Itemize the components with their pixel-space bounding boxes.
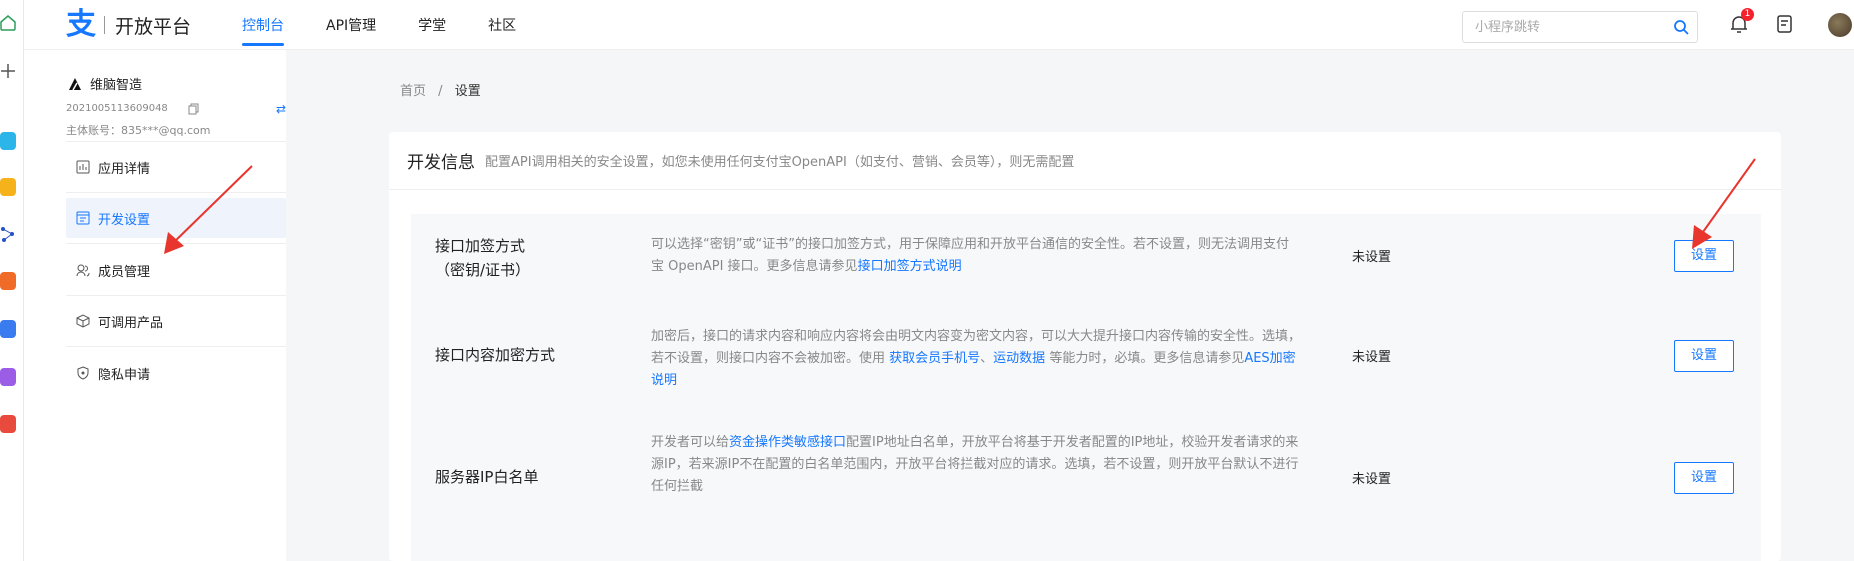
sidebar-item-label: 应用详情 (98, 161, 151, 177)
ai-app-icon[interactable] (0, 272, 16, 290)
sidebar-item-products[interactable]: 可调用产品 (66, 301, 286, 341)
divider (66, 141, 286, 142)
divider (66, 295, 286, 296)
notification-button[interactable]: 1 (1730, 8, 1754, 38)
breadcrumb-separator: / (438, 84, 443, 99)
dev-info-card: 开发信息 配置API调用相关的安全设置，如您未使用任何支付宝OpenAPI（如支… (389, 132, 1781, 561)
privacy-icon (77, 366, 89, 380)
game-app-icon[interactable] (0, 415, 16, 433)
dev-settings-icon (76, 211, 90, 225)
products-icon (76, 314, 90, 328)
setting-name: 接口加签方式 （密钥/证书） (435, 234, 530, 282)
notification-badge: 1 (1741, 8, 1754, 21)
sign-method-doc-link[interactable]: 接口加签方式说明 (858, 259, 962, 274)
copy-icon[interactable] (188, 103, 199, 115)
setting-status: 未设置 (1352, 250, 1392, 265)
avatar[interactable] (1828, 13, 1852, 37)
sidebar: 维脑智造 2021005113609048 ⇄ 主体账号：835***@qq.c… (24, 50, 286, 561)
sidebar-item-label: 开发设置 (98, 212, 151, 228)
setting-row-sign-method: 接口加签方式 （密钥/证书） 可以选择“密钥”或“证书”的接口加签方式，用于保障… (411, 214, 1761, 324)
setting-row-ip-whitelist: 服务器IP白名单 开发者可以给资金操作类敏感接口配置IP地址白名单，开放平台将基… (411, 430, 1761, 561)
annotation-arrow-button (1692, 158, 1756, 249)
breadcrumb-home[interactable]: 首页 (400, 84, 426, 99)
sports-data-link[interactable]: 运动数据 (993, 351, 1045, 366)
card-title: 开发信息 (407, 153, 475, 173)
app-id: 2021005113609048 (66, 103, 168, 114)
sidebar-item-label: 成员管理 (98, 264, 151, 280)
sidebar-item-privacy[interactable]: 隐私申请 (66, 353, 286, 393)
setting-row-content-encryption: 接口内容加密方式 加密后，接口的请求内容和响应内容将会由明文内容变为密文内容，可… (411, 324, 1761, 430)
ai-assistant-icon[interactable] (0, 320, 16, 338)
app-name: 维脑智造 (68, 74, 142, 93)
nav-api-management[interactable]: API管理 (326, 0, 376, 50)
members-icon (76, 264, 90, 277)
settings-panel: 接口加签方式 （密钥/证书） 可以选择“密钥”或“证书”的接口加签方式，用于保障… (411, 214, 1761, 561)
app-detail-icon (76, 160, 90, 174)
switch-app-icon[interactable]: ⇄ (276, 102, 286, 116)
add-icon[interactable] (0, 62, 16, 80)
main-nav: 控制台 API管理 学堂 社区 (242, 0, 558, 50)
app-name-text: 维脑智造 (90, 78, 143, 93)
divider (66, 346, 286, 347)
sidebar-item-label: 隐私申请 (98, 367, 151, 383)
search-input[interactable] (1463, 12, 1653, 42)
sidebar-item-label: 可调用产品 (98, 315, 164, 331)
setting-name: 服务器IP白名单 (435, 465, 538, 489)
document-icon[interactable] (1776, 14, 1794, 34)
description-text: 等能力时，必填。更多信息请参见 (1045, 351, 1245, 366)
platform-name: 开放平台 (115, 15, 192, 38)
member-phone-link[interactable]: 获取会员手机号 (889, 351, 980, 366)
nav-community[interactable]: 社区 (488, 0, 516, 50)
setting-name-line: 服务器IP白名单 (435, 468, 539, 486)
description-text: 、 (980, 351, 994, 366)
annotation-arrow-sidebar (164, 165, 253, 254)
ip-whitelist-set-button[interactable]: 设置 (1674, 462, 1734, 494)
card-header: 开发信息 配置API调用相关的安全设置，如您未使用任何支付宝OpenAPI（如支… (389, 132, 1781, 190)
setting-name-line: （密钥/证书） (435, 261, 531, 279)
breadcrumb: 首页 / 设置 (400, 80, 481, 99)
card-description: 配置API调用相关的安全设置，如您未使用任何支付宝OpenAPI（如支付、营销、… (485, 155, 1075, 170)
top-header: 支 开放平台 控制台 API管理 学堂 社区 1 (24, 0, 1854, 50)
star-app-icon[interactable] (0, 178, 16, 196)
alipay-logo-icon: 支 (66, 7, 96, 42)
setting-name: 接口内容加密方式 (435, 343, 555, 367)
setting-description: 加密后，接口的请求内容和响应内容将会由明文内容变为密文内容，可以大大提升接口内容… (651, 326, 1301, 392)
logo-divider (104, 16, 105, 34)
breadcrumb-current: 设置 (454, 84, 481, 99)
network-app-icon[interactable] (0, 225, 16, 243)
content-encryption-set-button[interactable]: 设置 (1674, 340, 1734, 372)
app-switcher-bar (0, 0, 24, 561)
app-logo-icon (69, 77, 81, 90)
setting-status: 未设置 (1352, 350, 1392, 365)
setting-description: 可以选择“密钥”或“证书”的接口加签方式，用于保障应用和开放平台通信的安全性。若… (651, 234, 1301, 278)
account-info: 主体账号：835***@qq.com (66, 124, 211, 137)
description-text: 开发者可以给 (651, 435, 730, 450)
setting-name-line: 接口加签方式 (435, 237, 526, 255)
search-icon[interactable] (1673, 19, 1689, 35)
search-box (1462, 11, 1698, 43)
purple-app-icon[interactable] (0, 368, 16, 386)
sensitive-api-link[interactable]: 资金操作类敏感接口 (729, 435, 846, 450)
platform-logo[interactable]: 支 开放平台 (66, 10, 191, 40)
nav-console[interactable]: 控制台 (242, 0, 284, 50)
app-icon[interactable] (0, 132, 16, 150)
setting-description: 开发者可以给资金操作类敏感接口配置IP地址白名单，开放平台将基于开发者配置的IP… (651, 432, 1301, 498)
setting-name-line: 接口内容加密方式 (435, 346, 556, 364)
home-icon[interactable] (0, 14, 16, 32)
setting-status: 未设置 (1352, 472, 1392, 487)
nav-academy[interactable]: 学堂 (418, 0, 446, 50)
description-text: 可以选择“密钥”或“证书”的接口加签方式，用于保障应用和开放平台通信的安全性。若… (651, 237, 1289, 274)
